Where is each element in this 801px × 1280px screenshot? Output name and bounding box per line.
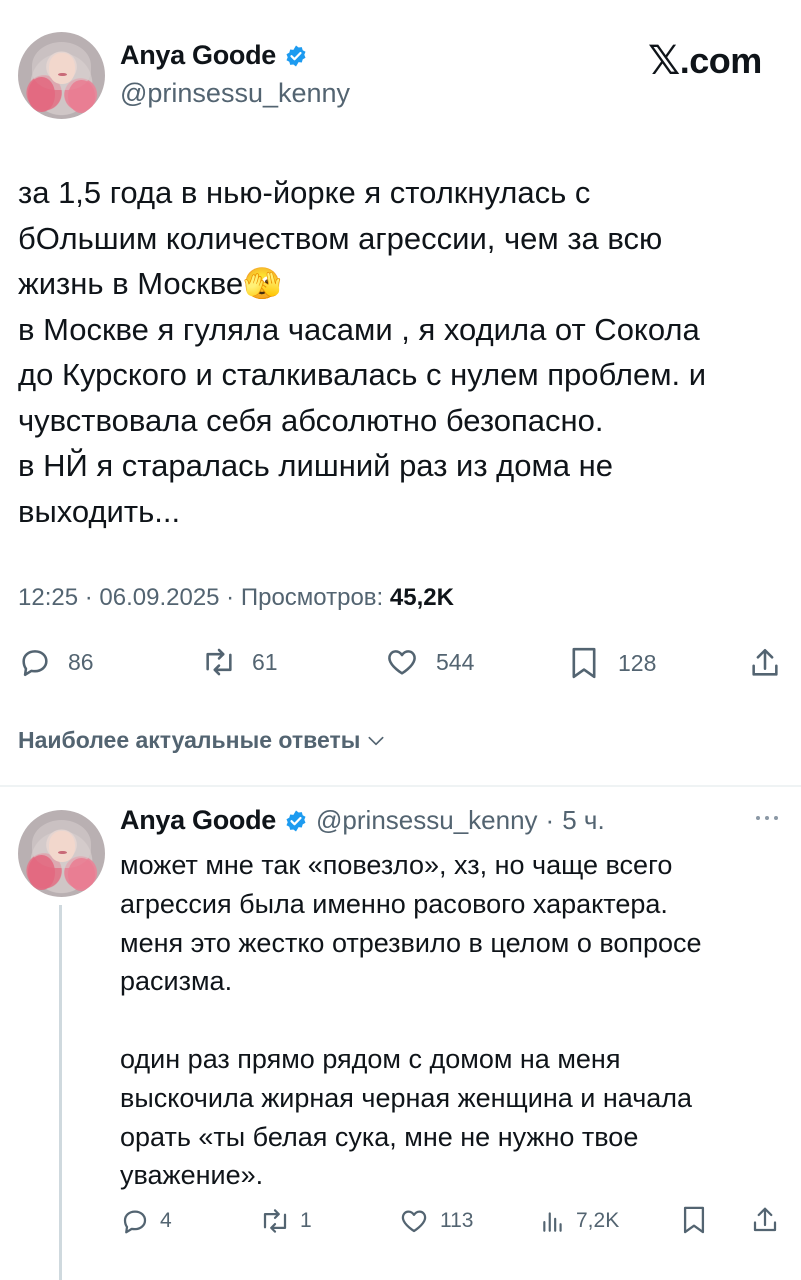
reply-views-button[interactable]: 7,2K	[540, 1206, 619, 1236]
tweet-line: в НЙ я старалась лишний раз из дома не	[18, 448, 614, 483]
repost-button[interactable]: 61	[200, 645, 278, 679]
reply-line: орать «ты белая сука, мне не нужно твое	[120, 1121, 639, 1152]
reply-author-name[interactable]: Anya Goode	[120, 805, 276, 836]
replies-sort-label: Наиболее актуальные ответы	[18, 727, 361, 753]
reply-icon	[123, 1210, 147, 1234]
chevron-down-icon	[368, 736, 384, 745]
author-avatar[interactable]	[18, 32, 105, 119]
author-handle[interactable]: @prinsessu_kenny	[120, 78, 350, 109]
more-options-button[interactable]	[752, 808, 782, 833]
share-icon	[753, 1207, 777, 1232]
like-icon	[401, 1210, 427, 1233]
divider	[0, 785, 801, 787]
like-icon	[388, 650, 416, 675]
replies-sort-dropdown[interactable]: Наиболее актуальные ответы	[18, 727, 386, 754]
repost-count: 61	[252, 648, 278, 675]
tweet-text: за 1,5 года в нью-йорке я столкнулась с …	[18, 170, 788, 534]
author-name-row: Anya Goode	[120, 40, 308, 71]
more-icon	[756, 816, 778, 820]
bookmark-icon	[572, 647, 596, 679]
tweet-line: за 1,5 года в нью-йорке я столкнулась с	[18, 175, 591, 210]
x-logo-icon: 𝕏	[648, 39, 680, 83]
x-com-logo: 𝕏 .com	[648, 39, 762, 83]
bookmark-button[interactable]: 128	[568, 645, 656, 681]
bookmark-icon	[683, 1206, 705, 1234]
reply-line: может мне так «повезло», хз, но чаще все…	[120, 850, 673, 880]
reply-line	[120, 1001, 790, 1040]
reply-line: один раз прямо рядом с домом на меня	[120, 1043, 621, 1074]
reply-like-button[interactable]: 113	[398, 1206, 473, 1236]
tweet-line: в Москве я гуляла часами , я ходила от С…	[18, 311, 700, 347]
author-name[interactable]: Anya Goode	[120, 40, 276, 71]
reply-count: 86	[68, 648, 94, 675]
reply-button[interactable]: 86	[18, 645, 94, 679]
reply-icon	[22, 650, 48, 677]
reply-views-count: 7,2K	[576, 1209, 620, 1232]
like-count: 544	[436, 648, 475, 675]
reply-line: расизма.	[120, 966, 233, 997]
tweet-line: чувствовала себя абсолютно безопасно.	[18, 402, 604, 438]
reply-line: уважение».	[120, 1160, 264, 1191]
reply-share-button[interactable]	[750, 1204, 780, 1236]
views-count: 45,2K	[389, 584, 454, 611]
reply-line: меня это жестко отрезвило в целом о вопр…	[120, 927, 702, 958]
reply-age[interactable]: 5 ч.	[562, 805, 604, 836]
views-label: Просмотров:	[240, 584, 384, 611]
reply-author-handle[interactable]: @prinsessu_kenny	[316, 805, 538, 836]
tweet-date[interactable]: 06.09.2025	[99, 584, 219, 611]
like-button[interactable]: 544	[384, 645, 474, 679]
reply-line: выскочила жирная черная женщина и начала	[120, 1082, 693, 1113]
reply-bookmark-button[interactable]	[680, 1204, 708, 1236]
verified-badge-icon	[286, 45, 306, 66]
reply-repost-count: 1	[300, 1209, 312, 1232]
verified-badge-icon	[286, 810, 306, 831]
reply-author-avatar[interactable]	[18, 810, 105, 897]
reply-text: может мне так «повезло», хз, но чаще все…	[120, 846, 790, 1195]
reply-reply-button[interactable]: 4	[120, 1206, 172, 1236]
share-button[interactable]	[748, 645, 782, 681]
tweet-meta: 12:25 · 06.09.2025 · Просмотров: 45,2K	[18, 584, 454, 611]
tweet-time[interactable]: 12:25	[18, 584, 78, 611]
views-icon	[543, 1212, 562, 1232]
reply-line: агрессия была именно расового характера.	[120, 888, 668, 919]
repost-icon	[206, 648, 232, 676]
repost-icon	[263, 1209, 287, 1233]
reply-reply-count: 4	[160, 1209, 172, 1232]
reply-repost-button[interactable]: 1	[258, 1206, 312, 1236]
reply-like-count: 113	[440, 1209, 474, 1232]
tweet-line: жизнь в Москве🫣	[18, 266, 282, 301]
tweet-line: бОльшим количеством агрессии, чем за всю	[18, 220, 663, 256]
share-icon	[752, 648, 778, 676]
tweet-line: выходить...	[18, 493, 181, 529]
tweet-line: до Курского и сталкивалась с нулем пробл…	[18, 357, 707, 392]
reply-header: Anya Goode @prinsessu_kenny · 5 ч.	[120, 805, 605, 836]
thread-line	[59, 905, 62, 1280]
bookmark-count: 128	[618, 649, 657, 676]
